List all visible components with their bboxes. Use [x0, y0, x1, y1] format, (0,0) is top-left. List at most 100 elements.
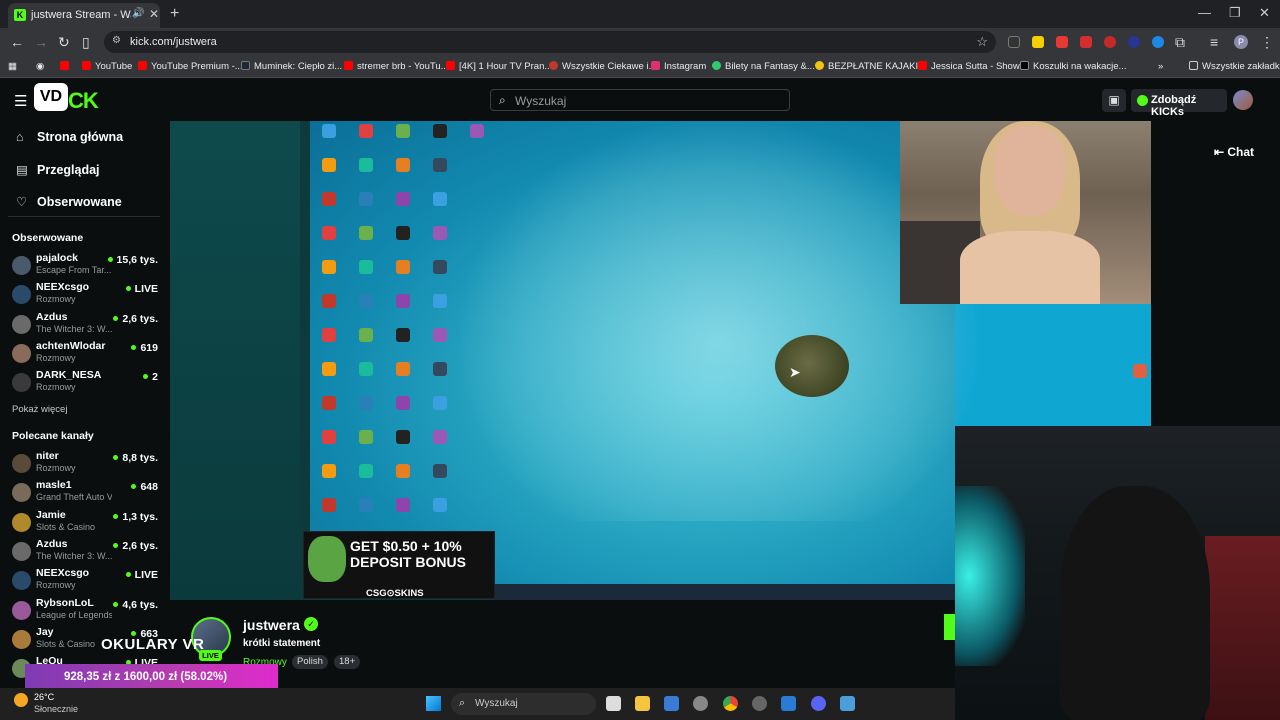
menu-dots-icon[interactable]: ⋮	[1260, 34, 1274, 51]
bookmark-item[interactable]: stremer brb - YouTu...	[344, 61, 449, 72]
channel-category: The Witcher 3: W...	[36, 323, 112, 334]
audio-icon[interactable]: 🔊	[132, 8, 144, 19]
viewer-count: 4,6 tys.	[113, 599, 158, 611]
extensions-puzzle-icon[interactable]: ⧉	[1175, 34, 1185, 51]
get-kicks-button[interactable]: Zdobądź KICKs	[1131, 89, 1227, 118]
more-bookmarks-icon[interactable]: »	[1158, 61, 1163, 72]
streamer-name[interactable]: justwera	[243, 617, 300, 633]
site-info-icon[interactable]: ⚙	[112, 35, 121, 46]
reload-icon[interactable]: ↻	[58, 34, 70, 51]
hamburger-menu-icon[interactable]: ☰	[14, 92, 27, 110]
bookmark-item[interactable]: Bilety na Fantasy &...	[712, 61, 815, 72]
tag-age[interactable]: 18+	[334, 655, 361, 669]
new-tab-button[interactable]: +	[170, 5, 179, 23]
settings-icon[interactable]	[752, 696, 767, 711]
sidebar-channel[interactable]: Azdus The Witcher 3: W... 2,6 tys.	[12, 311, 162, 340]
bookmark-item[interactable]: YouTube Premium -...	[138, 61, 243, 72]
extension-icon[interactable]	[1056, 36, 1068, 48]
bookmark-item[interactable]: Koszulki na wakacje...	[1020, 61, 1126, 72]
task-view-icon[interactable]	[606, 696, 621, 711]
close-tab-icon[interactable]: ✕	[149, 7, 159, 21]
bookmark-icon[interactable]	[60, 61, 73, 72]
bookmark-item[interactable]: BEZPŁATNE KAJAKI...	[815, 61, 926, 72]
url-field[interactable]: ⚙ kick.com/justwera ☆	[104, 31, 996, 53]
search-icon: ⌕	[499, 93, 506, 107]
extension-icon[interactable]	[1032, 36, 1044, 48]
browse-icon: ▤	[16, 163, 28, 177]
channel-avatar	[12, 343, 31, 363]
webcam-overlay-girl	[900, 121, 1151, 304]
nav-browse[interactable]: ▤ Przeglądaj	[16, 162, 100, 177]
browser-tab[interactable]: K justwera Stream - Watch Li 🔊 ✕	[8, 3, 160, 28]
viewer-count: 2,6 tys.	[113, 540, 158, 552]
user-avatar[interactable]	[1233, 90, 1253, 110]
nav-home[interactable]: ⌂ Strona główna	[16, 130, 123, 144]
close-window-icon[interactable]: ✕	[1259, 5, 1270, 21]
bookmark-item[interactable]: YouTube	[82, 61, 132, 72]
app-icon[interactable]	[781, 696, 796, 711]
back-icon[interactable]: ←	[10, 34, 24, 50]
desktop-icon	[433, 158, 447, 172]
maximize-icon[interactable]: ❐	[1229, 5, 1241, 21]
bookmark-item[interactable]: [4K] 1 Hour TV Pran...	[446, 61, 552, 72]
follow-button-edge[interactable]	[944, 614, 955, 640]
bookmark-icon[interactable]: ◉	[36, 61, 44, 72]
app-icon[interactable]	[693, 696, 708, 711]
extension-icon[interactable]	[1152, 36, 1164, 48]
nav-following[interactable]: ♡ Obserwowane	[16, 194, 122, 209]
apps-grid-icon[interactable]: ▦	[8, 61, 17, 72]
tag-language[interactable]: Polish	[292, 655, 328, 669]
all-bookmarks-folder[interactable]: Wszystkie zakładki	[1189, 61, 1280, 72]
sidebar-channel[interactable]: DARK_NESA Rozmowy 2	[12, 369, 162, 398]
desktop-icon	[396, 192, 410, 206]
chrome-icon[interactable]	[723, 696, 738, 711]
sidebar-toggle-icon[interactable]: ▯	[82, 34, 90, 51]
kick-logo-text[interactable]: CK	[68, 88, 99, 114]
minimize-icon[interactable]: —	[1198, 5, 1211, 20]
ad-headline: GET $0.50 + 10%	[350, 538, 462, 554]
bookmark-item[interactable]: Instagram	[651, 61, 706, 72]
channel-avatar	[12, 483, 31, 503]
weather-temp: 26°C	[34, 692, 55, 702]
bookmark-item[interactable]: Jessica Sutta - Show...	[918, 61, 1027, 72]
sidebar-channel[interactable]: Azdus The Witcher 3: W... 2,6 tys.	[12, 538, 162, 567]
store-icon[interactable]	[664, 696, 679, 711]
search-input[interactable]: ⌕ Wyszukaj	[490, 89, 790, 111]
bookmark-item[interactable]: Wszystkie Ciekawe i...	[549, 61, 657, 72]
sidebar-channel[interactable]: niter Rozmowy 8,8 tys.	[12, 450, 162, 479]
sidebar-channel[interactable]: pajalock Escape From Tar... 15,6 tys.	[12, 252, 162, 281]
sidebar-channel[interactable]: Jamie Slots & Casino 1,3 tys.	[12, 509, 162, 538]
channel-category: Rozmowy	[36, 294, 76, 305]
bookmark-item[interactable]: Muminek: Ciepło zi...	[241, 61, 342, 72]
reading-list-icon[interactable]: ≡	[1210, 34, 1218, 50]
notepad-icon[interactable]	[840, 696, 855, 711]
sidebar-channel[interactable]: NEEXcsgo Rozmowy LIVE	[12, 567, 162, 596]
dolphin-eye	[775, 335, 849, 397]
theater-mode-icon[interactable]: ▣	[1102, 89, 1126, 112]
chat-toggle-button[interactable]: ⇤ Chat	[1214, 145, 1254, 159]
discord-icon[interactable]	[811, 696, 826, 711]
channel-name: Azdus	[36, 537, 68, 550]
webcam-overlay-room	[955, 426, 1280, 720]
bookmark-star-icon[interactable]: ☆	[976, 34, 988, 50]
show-more-link[interactable]: Pokaż więcej	[12, 404, 67, 415]
desktop-icon	[322, 498, 336, 512]
extension-icon[interactable]	[1080, 36, 1092, 48]
sidebar-channel[interactable]: NEEXcsgo Rozmowy LIVE	[12, 281, 162, 310]
taskbar-search-input[interactable]: ⌕ Wyszukaj	[451, 693, 596, 715]
profile-icon[interactable]: P	[1234, 35, 1248, 49]
file-explorer-icon[interactable]	[635, 696, 650, 711]
desktop-icon	[396, 464, 410, 478]
extension-icon[interactable]	[1128, 36, 1140, 48]
kick-logo[interactable]: VD	[34, 83, 68, 111]
sidebar-channel[interactable]: RybsonLoL League of Legends 4,6 tys.	[12, 597, 162, 626]
extension-icon[interactable]	[1104, 36, 1116, 48]
windows-start-icon[interactable]	[426, 696, 441, 711]
followed-section-title: Obserwowane	[12, 232, 84, 244]
weather-icon[interactable]	[14, 693, 28, 707]
sidebar-channel[interactable]: achtenWlodar Rozmowy 619	[12, 340, 162, 369]
forward-icon[interactable]: →	[34, 34, 48, 50]
desktop-icon	[359, 430, 373, 444]
extension-icon[interactable]	[1008, 36, 1020, 48]
sidebar-channel[interactable]: masle1Grand Theft Auto V (G... 648	[12, 479, 162, 508]
